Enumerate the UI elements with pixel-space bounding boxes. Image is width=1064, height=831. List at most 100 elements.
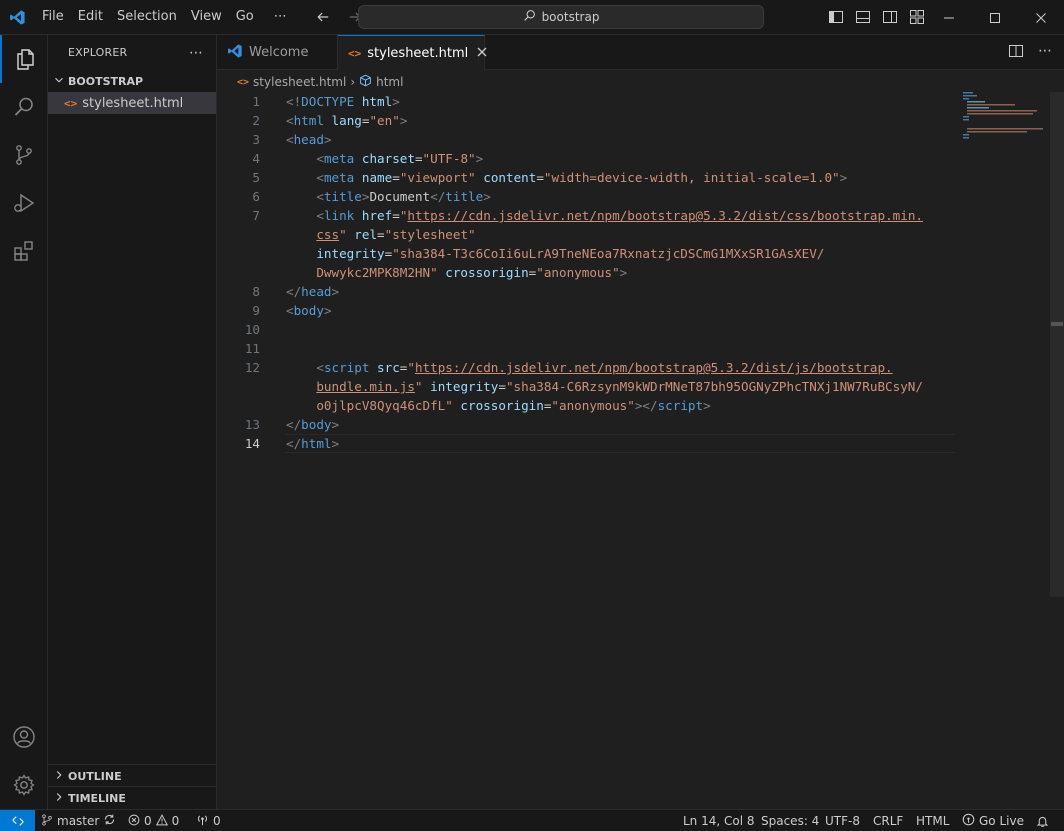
go-live-button[interactable]: Go Live	[962, 810, 1024, 831]
sync-icon[interactable]	[103, 813, 116, 829]
line-number: 7	[252, 208, 260, 223]
code-editor[interactable]: 1 2 3 4 5 6 7 8 9 10 11 12 13 14 <!DOCTY…	[217, 92, 1064, 809]
scrollbar-thumb[interactable]	[1051, 322, 1063, 326]
chevron-right-icon	[52, 790, 66, 807]
warning-count: 0	[171, 814, 180, 828]
accounts-icon[interactable]	[0, 713, 48, 761]
line-number: 6	[252, 189, 260, 204]
folder-section-header[interactable]: BOOTSTRAP	[48, 70, 216, 92]
problems-indicator[interactable]: 0 0	[128, 810, 179, 831]
breadcrumb-symbol[interactable]: html	[376, 75, 403, 89]
broadcast-icon	[196, 813, 209, 829]
explorer-icon[interactable]	[0, 35, 48, 83]
status-bar: master 0 0 0 Ln 14, Col 8 Spaces: 4 UTF-…	[0, 809, 1064, 831]
menu-edit[interactable]: Edit	[71, 5, 110, 29]
maximize-button[interactable]	[972, 0, 1018, 35]
vertical-scrollbar[interactable]	[1050, 92, 1064, 597]
split-editor-icon[interactable]	[1008, 43, 1024, 63]
source-control-icon[interactable]	[0, 131, 48, 179]
activity-bar	[0, 35, 48, 809]
line-number: 5	[252, 170, 260, 185]
close-window-button[interactable]	[1018, 0, 1064, 35]
go-live-label: Go Live	[979, 814, 1024, 828]
minimize-button[interactable]	[926, 0, 972, 35]
explorer-title: EXPLORER	[68, 46, 128, 59]
command-center-text: bootstrap	[541, 10, 600, 24]
remote-indicator-icon[interactable]	[0, 810, 35, 831]
menu-view[interactable]: View	[184, 5, 229, 29]
ports-indicator[interactable]: 0	[196, 810, 221, 831]
menu-bar: File Edit Selection View Go ⋯	[35, 0, 294, 35]
chevron-down-icon	[52, 73, 66, 90]
notifications-bell-icon[interactable]	[1036, 810, 1049, 831]
command-center-search[interactable]: bootstrap	[358, 5, 764, 29]
line-number: 10	[244, 322, 260, 337]
encoding[interactable]: UTF-8	[825, 810, 860, 831]
line-number: 8	[252, 284, 260, 299]
line-number: 13	[244, 417, 260, 432]
html-file-icon: <>	[237, 76, 250, 88]
line-number: 9	[252, 303, 260, 318]
close-tab-icon[interactable]	[476, 46, 488, 62]
menu-more[interactable]: ⋯	[267, 5, 294, 29]
current-line-highlight	[285, 434, 955, 453]
more-actions-icon[interactable]: ⋯	[1038, 43, 1052, 63]
symbol-cube-icon	[359, 74, 372, 90]
breadcrumb: <> stylesheet.html › html	[217, 71, 403, 93]
editor-tabs: Welcome <> stylesheet.html ⋯	[217, 35, 1064, 71]
language-mode[interactable]: HTML	[916, 810, 949, 831]
outline-section[interactable]: OUTLINE	[48, 764, 217, 787]
line-number: 1	[252, 94, 260, 109]
minimap[interactable]	[963, 92, 1047, 152]
search-icon	[523, 9, 536, 25]
chevron-right-icon	[52, 768, 66, 785]
timeline-section[interactable]: TIMELINE	[48, 786, 217, 809]
menu-selection[interactable]: Selection	[110, 5, 184, 29]
toggle-secondary-sidebar-icon[interactable]	[880, 7, 900, 27]
indentation[interactable]: Spaces: 4	[761, 810, 819, 831]
branch-name: master	[57, 814, 100, 828]
run-debug-icon[interactable]	[0, 179, 48, 227]
broadcast-icon	[962, 813, 975, 829]
tab-label: stylesheet.html	[367, 46, 469, 61]
ports-count: 0	[213, 814, 221, 828]
explorer-header: EXPLORER ⋯	[48, 35, 216, 70]
customize-layout-icon[interactable]	[907, 7, 927, 27]
line-number: 12	[244, 360, 260, 375]
outline-title: OUTLINE	[68, 769, 122, 783]
search-view-icon[interactable]	[0, 83, 48, 131]
tab-welcome[interactable]: Welcome	[217, 35, 338, 70]
title-bar: File Edit Selection View Go ⋯ bootstrap	[0, 0, 1064, 35]
more-actions-icon[interactable]: ⋯	[189, 45, 204, 61]
branch-indicator[interactable]: master	[41, 810, 116, 831]
vscode-logo-icon	[0, 0, 35, 35]
error-icon	[128, 814, 140, 829]
timeline-title: TIMELINE	[68, 791, 126, 805]
menu-file[interactable]: File	[35, 5, 71, 29]
file-item-stylesheet[interactable]: <> stylesheet.html	[48, 92, 216, 114]
cursor-position[interactable]: Ln 14, Col 8	[683, 810, 755, 831]
chevron-right-icon: ›	[350, 75, 356, 89]
line-number: 4	[252, 151, 260, 166]
line-number: 2	[252, 113, 260, 128]
toggle-primary-sidebar-icon[interactable]	[826, 7, 846, 27]
breadcrumb-file[interactable]: stylesheet.html	[253, 75, 346, 89]
line-number-current: 14	[244, 436, 260, 451]
line-number: 11	[244, 341, 260, 356]
menu-go[interactable]: Go	[229, 5, 261, 29]
file-name: stylesheet.html	[82, 95, 184, 111]
html-file-icon: <>	[348, 47, 362, 60]
line-ending[interactable]: CRLF	[873, 810, 903, 831]
line-number: 3	[252, 132, 260, 147]
back-arrow-icon[interactable]	[312, 6, 334, 28]
toggle-panel-icon[interactable]	[853, 7, 873, 27]
extensions-icon[interactable]	[0, 227, 48, 275]
html-file-icon: <>	[64, 96, 78, 110]
git-branch-icon	[41, 814, 53, 829]
explorer-sidebar: EXPLORER ⋯ BOOTSTRAP <> stylesheet.html …	[48, 35, 217, 809]
settings-gear-icon[interactable]	[0, 761, 48, 809]
tab-label: Welcome	[249, 45, 309, 60]
warning-icon	[155, 813, 168, 829]
folder-name: BOOTSTRAP	[68, 74, 144, 88]
tab-stylesheet[interactable]: <> stylesheet.html	[338, 35, 488, 71]
